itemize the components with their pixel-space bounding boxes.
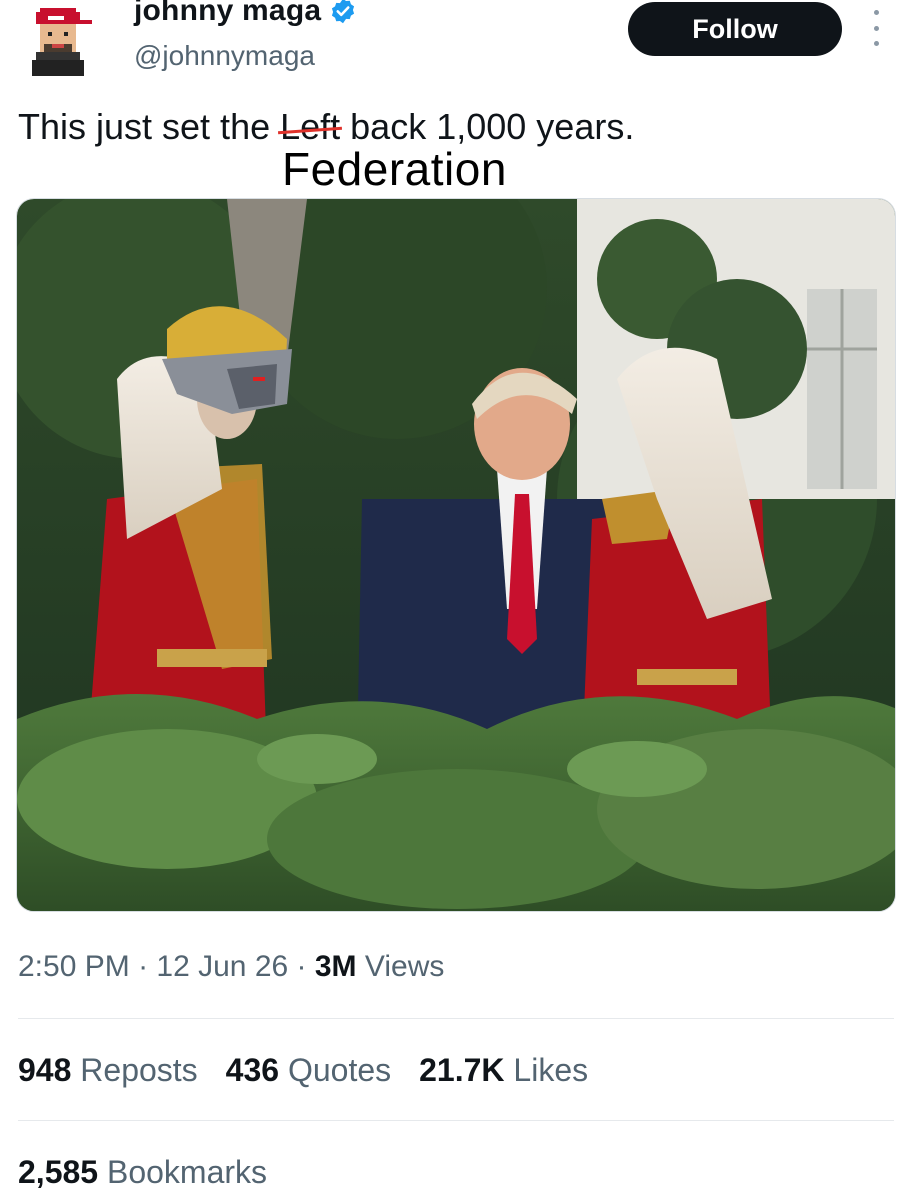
tweet-meta: 2:50 PM · 12 Jun 26 · 3M Views: [18, 950, 444, 984]
bookmarks-label: Bookmarks: [98, 1154, 268, 1190]
overlay-replacement-word: Federation: [282, 143, 507, 195]
bookmarks-stat[interactable]: 2,585 Bookmarks: [18, 1154, 267, 1191]
views-label: Views: [356, 950, 445, 983]
divider: [18, 1018, 894, 1019]
likes-label: Likes: [504, 1052, 589, 1088]
tweet-text-after: back 1,000 years.: [340, 106, 635, 147]
quotes-label: Quotes: [279, 1052, 392, 1088]
more-vertical-icon[interactable]: [866, 10, 886, 46]
reposts-stat[interactable]: 948 Reposts: [18, 1052, 198, 1089]
pixel-maga-avatar-icon[interactable]: [28, 4, 92, 84]
reposts-count: 948: [18, 1052, 72, 1088]
tweet-media-photo[interactable]: [16, 198, 896, 912]
meta-separator: ·: [288, 950, 315, 983]
tweet-text-before: This just set the: [18, 106, 281, 147]
quotes-count: 436: [225, 1052, 280, 1088]
quotes-stat[interactable]: 436 Quotes: [226, 1052, 391, 1089]
tweet-date[interactable]: 12 Jun 26: [156, 950, 288, 983]
likes-stat[interactable]: 21.7K Likes: [419, 1052, 588, 1089]
tweet-header: johnny maga @johnnymaga Follow: [0, 0, 909, 90]
views-count: 3M: [314, 950, 357, 983]
display-name[interactable]: johnny maga: [134, 0, 321, 28]
reposts-label: Reposts: [71, 1052, 198, 1088]
tweet-time[interactable]: 2:50 PM: [18, 950, 130, 983]
bookmarks-count: 2,585: [18, 1154, 99, 1190]
follow-button[interactable]: Follow: [628, 2, 842, 56]
verified-badge-icon[interactable]: [329, 0, 357, 25]
likes-count: 21.7K: [419, 1052, 505, 1088]
divider: [18, 1120, 894, 1121]
author-name-row[interactable]: johnny maga: [134, 0, 357, 28]
engagement-stats: 948 Reposts 436 Quotes 21.7K Likes: [18, 1052, 588, 1089]
author-handle[interactable]: @johnnymaga: [134, 40, 315, 72]
meta-separator: ·: [129, 950, 157, 983]
